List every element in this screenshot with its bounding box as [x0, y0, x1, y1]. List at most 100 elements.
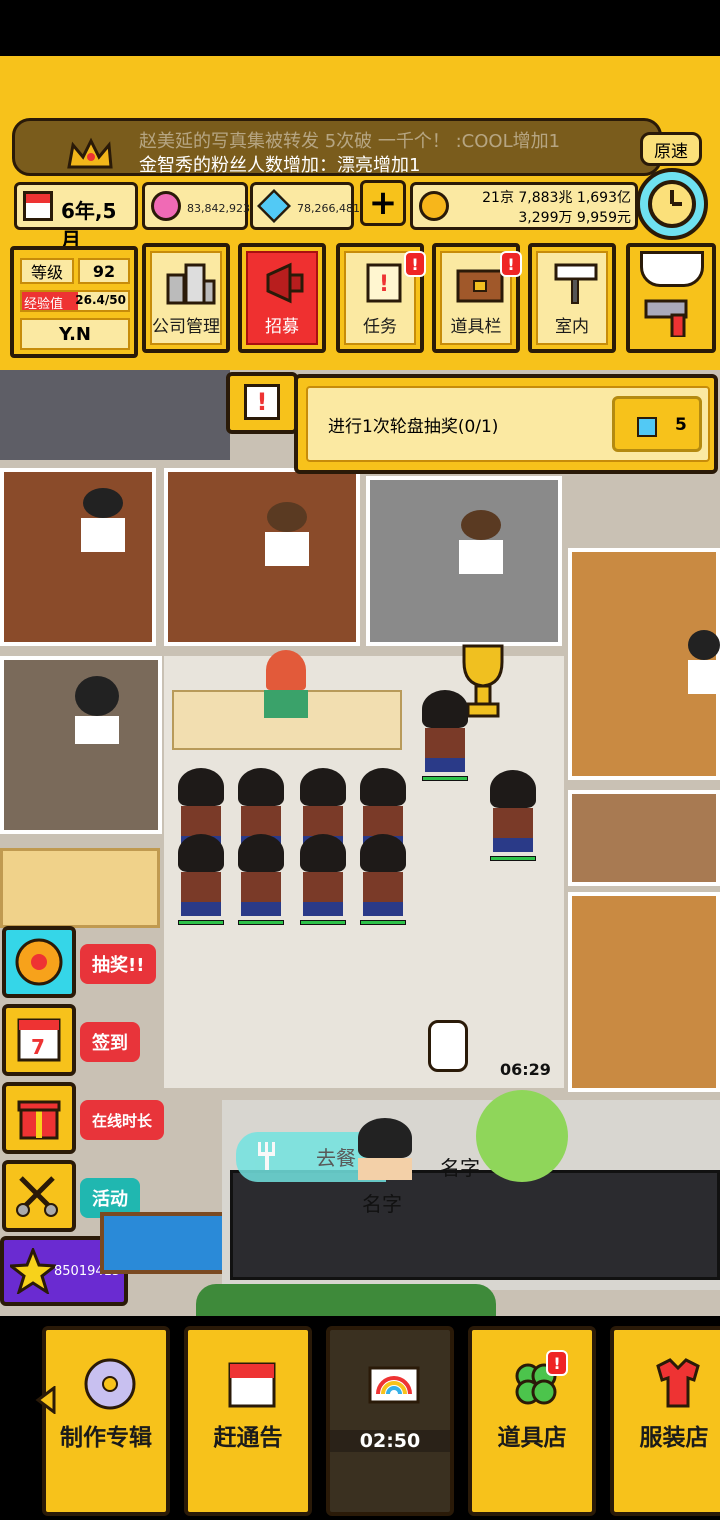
sofa — [0, 848, 160, 928]
worker-sprite[interactable] — [78, 488, 128, 580]
menu-label: 室内 — [555, 317, 589, 337]
blue-gem-icon — [637, 417, 657, 437]
pink-gem-count: 83,842,923 — [187, 202, 250, 215]
clock-icon[interactable] — [636, 168, 708, 240]
cat-sprite[interactable] — [428, 1020, 468, 1072]
scene-timer: 06:29 — [500, 1060, 551, 1079]
player-name: Y.N — [20, 318, 130, 350]
level-label: 等级 — [20, 258, 74, 284]
name-tag-1: 名字 — [440, 1156, 480, 1180]
hammer-icon — [642, 297, 702, 339]
quest-reward-button[interactable]: 5 — [612, 396, 702, 452]
menu-button-4[interactable]: 室内 — [528, 243, 616, 353]
bottom-nav-label: 02:50 — [330, 1430, 450, 1452]
chef-sprite[interactable] — [358, 1118, 416, 1184]
side-button-0[interactable] — [2, 926, 76, 998]
bottom-nav-button-4[interactable]: 服装店 — [610, 1326, 720, 1516]
status-bar — [0, 0, 720, 56]
applicant-sprite[interactable] — [298, 834, 348, 926]
news-ticker: 赵美延的写真集被转发 5次破 一千个！ :COOL增加1 金智秀的粉丝人数增加：… — [12, 118, 662, 176]
profile-panel[interactable]: 等级 92 经验值 26.4/50 Y.N — [10, 246, 138, 358]
bottom-nav-label: 赶通告 — [213, 1425, 283, 1451]
go-eat-label: 去餐 — [316, 1146, 356, 1170]
quest-icon-button[interactable]: ! — [226, 372, 298, 434]
side-button-3[interactable] — [2, 1160, 76, 1232]
envelope-icon — [640, 251, 704, 287]
scroll-icon: ! — [358, 261, 410, 305]
chevron-left-icon[interactable] — [34, 1385, 58, 1415]
receptionist-sprite[interactable] — [262, 650, 310, 720]
calendar-icon — [23, 191, 53, 221]
scroll-icon: ! — [244, 384, 280, 420]
bottom-nav-label: 道具店 — [497, 1425, 567, 1451]
quest-panel[interactable]: 进行1次轮盘抽奖(0/1) 5 — [294, 374, 718, 474]
worker-sprite[interactable] — [456, 510, 506, 602]
bottom-nav-label: 服装店 — [639, 1425, 709, 1451]
chest-icon — [454, 261, 506, 305]
scissors-icon — [11, 1168, 67, 1224]
applicant-sprite[interactable] — [236, 834, 286, 926]
worker-sprite[interactable] — [72, 676, 122, 768]
date-panel: 6年,5月 — [14, 182, 138, 252]
menu-button-3[interactable]: 道具栏! — [432, 243, 522, 353]
exp-bar: 经验值 26.4/50 — [20, 290, 130, 312]
clothes-icon — [648, 1354, 708, 1414]
menu-button-2[interactable]: ! 任务! — [336, 243, 426, 353]
bottom-nav-button-2[interactable]: 02:50 — [326, 1326, 454, 1516]
blue-gem-panel[interactable]: 78,266,481 — [250, 182, 360, 230]
notification-badge: ! — [546, 1350, 568, 1376]
applicant-sprite[interactable] — [176, 834, 226, 926]
buildings-icon — [164, 261, 216, 305]
bottom-nav-button-0[interactable]: 制作专辑 — [42, 1326, 170, 1516]
speed-button[interactable]: 原速 — [640, 132, 702, 166]
menu-label: 招募 — [265, 317, 299, 337]
bottom-nav-button-3[interactable]: 道具店! — [468, 1326, 596, 1516]
money-line-2: 3,299万 9,959元 — [518, 210, 631, 226]
menu-button-0[interactable]: 公司管理 — [142, 243, 230, 353]
applicant-sprite[interactable] — [358, 834, 408, 926]
pink-gem-panel[interactable]: 83,842,923 — [142, 182, 250, 230]
bulletin-board[interactable] — [100, 1212, 230, 1274]
name-tag-2: 名字 — [362, 1192, 402, 1216]
gift-icon — [11, 1090, 67, 1146]
schedule-icon — [222, 1354, 282, 1414]
add-currency-button[interactable]: + — [360, 180, 406, 226]
exp-label: 经验值 — [24, 297, 64, 312]
svg-text:7: 7 — [31, 1035, 45, 1059]
room-lounge[interactable] — [568, 790, 720, 886]
quest-reward-count: 5 — [675, 415, 687, 435]
menu-button-1[interactable]: 招募 — [238, 243, 326, 353]
blue-gem-icon — [257, 189, 291, 223]
money-line-1: 21京 7,883兆 1,693亿 — [482, 190, 631, 206]
cd-icon — [80, 1354, 140, 1414]
roulette-icon — [11, 934, 67, 990]
menu-label: 任务 — [363, 317, 397, 337]
coin-icon — [419, 191, 449, 221]
calendar-icon: 7 — [11, 1012, 67, 1068]
menu-label: 道具栏 — [450, 317, 502, 337]
worker-sprite[interactable] — [688, 630, 720, 722]
side-button-label[interactable]: 签到 — [80, 1022, 140, 1062]
rainbow-icon — [364, 1354, 424, 1414]
notification-badge: ! — [500, 251, 522, 277]
applicant-sprite[interactable] — [420, 690, 470, 782]
worker-sprite[interactable] — [262, 502, 312, 594]
hammer-button[interactable] — [626, 243, 716, 353]
crown-icon — [49, 137, 119, 171]
money-panel: 21京 7,883兆 1,693亿 3,299万 9,959元 — [410, 182, 638, 230]
stair-area — [0, 370, 230, 460]
side-button-label[interactable]: 在线时长 — [80, 1100, 165, 1140]
megaphone-icon — [260, 261, 312, 305]
applicant-sprite[interactable] — [488, 770, 538, 862]
side-button-label[interactable]: 抽奖!! — [80, 944, 157, 984]
side-button-2[interactable] — [2, 1082, 76, 1154]
star-icon — [6, 1245, 60, 1296]
side-button-1[interactable]: 7 — [2, 1004, 76, 1076]
ticker-line-1: 赵美延的写真集被转发 5次破 一千个！ :COOL增加1 — [139, 131, 561, 152]
svg-text:!: ! — [379, 272, 389, 297]
bottom-nav-button-1[interactable]: 赶通告 — [184, 1326, 312, 1516]
room-recording[interactable] — [568, 892, 720, 1092]
exp-value: 26.4/50 — [75, 293, 126, 307]
bottom-nav-label: 制作专辑 — [60, 1425, 152, 1451]
notification-badge: ! — [404, 251, 426, 277]
